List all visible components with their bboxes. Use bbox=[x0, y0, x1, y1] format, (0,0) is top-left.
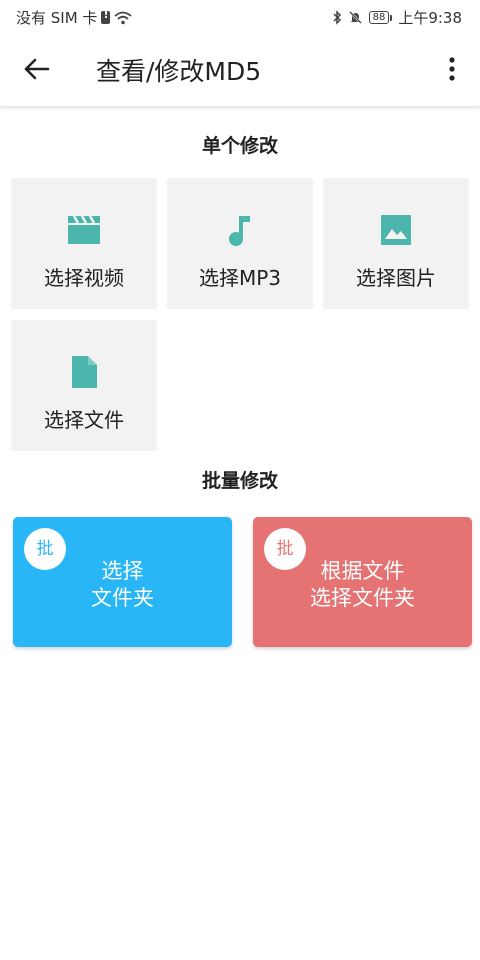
select-file-tile[interactable]: 选择文件 bbox=[11, 320, 157, 451]
clock: 上午9:38 bbox=[398, 9, 462, 27]
video-clapper-icon bbox=[68, 215, 100, 244]
select-image-tile[interactable]: 选择图片 bbox=[323, 178, 469, 309]
battery-level: 88 bbox=[368, 11, 390, 24]
mute-bell-icon bbox=[348, 11, 362, 24]
select-folder-line2: 文件夹 bbox=[91, 586, 154, 610]
app-bar: 查看/修改MD5 bbox=[0, 32, 480, 106]
wifi-icon bbox=[114, 11, 133, 24]
select-folder-by-file-label: 根据文件 选择文件夹 bbox=[253, 558, 472, 612]
arrow-back-icon bbox=[24, 58, 50, 80]
back-button[interactable] bbox=[20, 54, 54, 84]
select-folder-by-file-card[interactable]: 批 根据文件 选择文件夹 bbox=[253, 517, 472, 647]
battery-indicator: 88 bbox=[368, 11, 393, 24]
select-mp3-tile[interactable]: 选择MP3 bbox=[167, 178, 313, 309]
status-right: 88 上午9:38 bbox=[332, 7, 462, 28]
select-image-label: 选择图片 bbox=[356, 266, 436, 290]
more-vert-icon bbox=[449, 57, 455, 81]
file-icon bbox=[72, 356, 97, 388]
status-left: 没有 SIM 卡 bbox=[16, 7, 133, 28]
status-bar: 没有 SIM 卡 88 上午9:38 bbox=[0, 0, 480, 32]
single-section-heading: 单个修改 bbox=[201, 135, 278, 157]
select-video-tile[interactable]: 选择视频 bbox=[11, 178, 157, 309]
batch-section-heading: 批量修改 bbox=[201, 470, 278, 492]
select-mp3-label: 选择MP3 bbox=[198, 266, 282, 290]
bluetooth-icon bbox=[333, 10, 341, 25]
overflow-menu-button[interactable] bbox=[440, 54, 464, 84]
sim-alert-icon bbox=[101, 8, 111, 24]
music-note-icon bbox=[229, 216, 250, 246]
select-folder-line1: 选择 bbox=[101, 559, 144, 583]
select-folder-card[interactable]: 批 选择 文件夹 bbox=[13, 517, 232, 647]
select-folder-label: 选择 文件夹 bbox=[13, 558, 232, 612]
select-folder-by-file-line2: 选择文件夹 bbox=[310, 586, 415, 610]
select-video-label: 选择视频 bbox=[44, 266, 124, 290]
select-file-label: 选择文件 bbox=[44, 408, 124, 432]
page-title: 查看/修改MD5 bbox=[96, 57, 262, 86]
image-icon bbox=[381, 215, 411, 245]
select-folder-by-file-line1: 根据文件 bbox=[320, 559, 405, 583]
carrier-text: 没有 SIM 卡 bbox=[16, 9, 98, 27]
